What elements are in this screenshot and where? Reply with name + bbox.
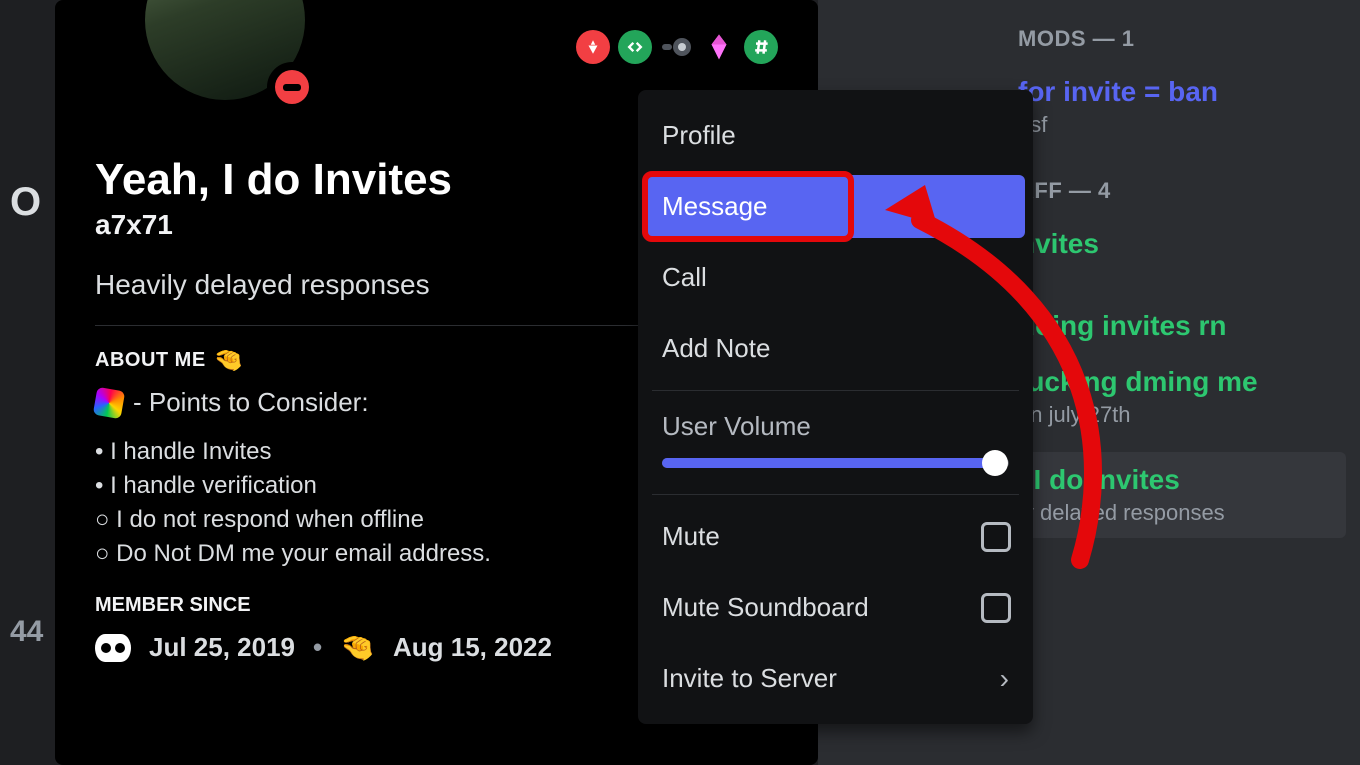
server-emoji-icon: 🤏 <box>340 631 375 664</box>
mute-soundboard-label: Mute Soundboard <box>662 592 869 622</box>
member-group-staff: AFF — 4 <box>1018 178 1332 204</box>
menu-divider <box>652 494 1019 495</box>
about-me-title: ABOUT ME <box>95 349 206 372</box>
profile-badges <box>576 30 778 64</box>
member-item[interactable]: nvites <box>1018 228 1332 260</box>
invite-to-server-label: Invite to Server <box>662 663 837 693</box>
user-volume-label: User Volume <box>662 411 1009 442</box>
colorful-icon <box>93 386 125 418</box>
menu-message-label: Message <box>662 191 768 221</box>
member-name: , I do Invites <box>1018 464 1332 496</box>
member-group-mods: MODS — 1 <box>1018 26 1332 52</box>
hypesquad-bravery-icon[interactable] <box>576 30 610 64</box>
server-icon-fragment[interactable]: O L <box>0 180 55 220</box>
checkbox-icon[interactable] <box>981 522 1011 552</box>
member-name: nvites <box>1018 228 1332 260</box>
discord-since-date: Jul 25, 2019 <box>149 632 295 663</box>
member-item[interactable]: doing invites rn <box>1018 310 1332 342</box>
menu-message[interactable]: Message <box>646 175 1025 238</box>
about-points-label: - Points to Consider: <box>133 387 369 418</box>
member-name: doing invites rn <box>1018 310 1332 342</box>
avatar-wrapper[interactable] <box>135 0 315 110</box>
menu-divider <box>652 390 1019 391</box>
originally-known-as-icon[interactable] <box>744 30 778 64</box>
channel-number: 44 <box>0 615 55 649</box>
mute-label: Mute <box>662 521 720 551</box>
active-developer-icon[interactable] <box>618 30 652 64</box>
member-status: on july 27th <box>1018 402 1332 428</box>
member-item-selected[interactable]: , I do Invites ly delayed responses <box>1004 452 1346 538</box>
menu-call[interactable]: Call <box>638 242 1033 313</box>
member-status: ly delayed responses <box>1018 500 1332 526</box>
hand-emoji-icon: 🤏 <box>214 346 244 375</box>
server-since-date: Aug 15, 2022 <box>393 632 552 663</box>
member-name: fucking dming me <box>1018 366 1332 398</box>
menu-invite-to-server[interactable]: Invite to Server › <box>638 643 1033 714</box>
volume-slider-fill <box>662 458 995 468</box>
menu-add-note[interactable]: Add Note <box>638 313 1033 384</box>
member-status: asf <box>1018 112 1332 138</box>
menu-mute-soundboard[interactable]: Mute Soundboard <box>638 572 1033 643</box>
member-item[interactable]: for invite = ban asf <box>1018 76 1332 138</box>
chevron-right-icon: › <box>1000 663 1009 695</box>
nitro-icon[interactable] <box>660 30 694 64</box>
member-item[interactable]: fucking dming me on july 27th <box>1018 366 1332 428</box>
discord-logo-icon <box>95 634 131 662</box>
menu-profile[interactable]: Profile <box>638 100 1033 171</box>
volume-slider-thumb[interactable] <box>982 450 1008 476</box>
server-list-fragment: O L 44 <box>0 180 55 649</box>
menu-user-volume: User Volume <box>638 397 1033 488</box>
menu-mute[interactable]: Mute <box>638 501 1033 572</box>
volume-slider[interactable] <box>662 458 1009 468</box>
boost-icon[interactable] <box>702 30 736 64</box>
status-dnd-icon <box>267 62 317 112</box>
dot-separator: • <box>313 632 322 663</box>
checkbox-icon[interactable] <box>981 593 1011 623</box>
user-context-menu: Profile Message Call Add Note User Volum… <box>638 90 1033 724</box>
member-name: for invite = ban <box>1018 76 1332 108</box>
